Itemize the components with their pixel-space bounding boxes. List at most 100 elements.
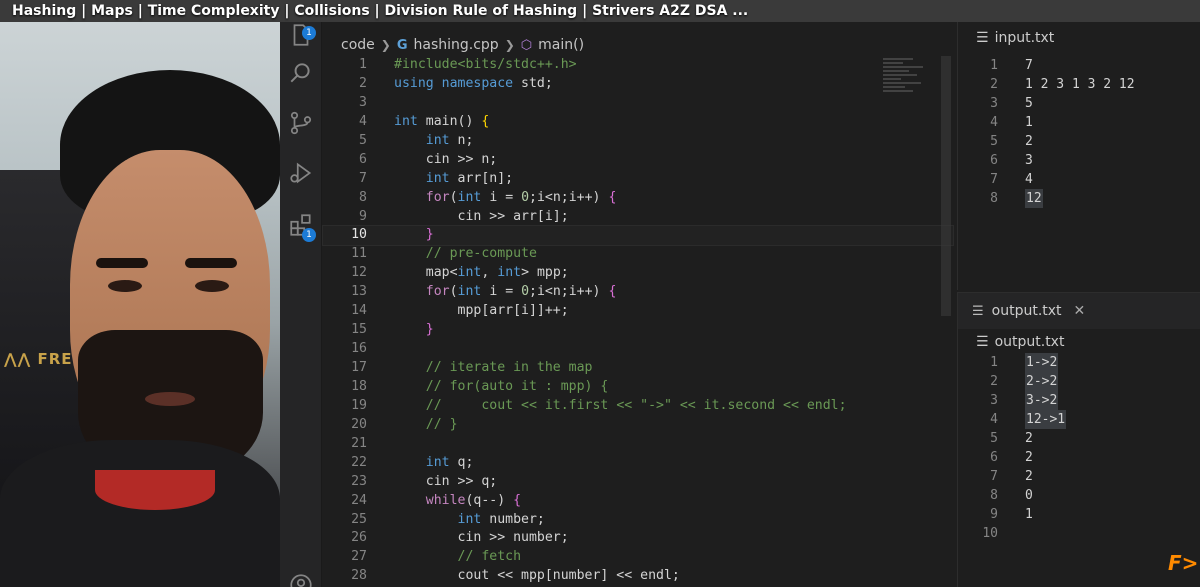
code-line[interactable]: 16 bbox=[323, 340, 953, 359]
code-text[interactable]: cin >> arr[i]; bbox=[394, 208, 569, 227]
output-tab[interactable]: ☰ output.txt ✕ bbox=[958, 293, 1200, 329]
line-value[interactable]: 5 bbox=[1025, 94, 1033, 113]
code-text[interactable]: // for(auto it : mpp) { bbox=[394, 378, 609, 397]
text-line[interactable]: 2 2->2 bbox=[958, 372, 1200, 391]
code-text[interactable]: // fetch bbox=[394, 548, 522, 567]
line-value[interactable]: 1->2 bbox=[1025, 353, 1059, 372]
text-line[interactable]: 72 bbox=[958, 467, 1200, 486]
code-text[interactable]: } bbox=[394, 321, 434, 340]
input-tab-label[interactable]: input.txt bbox=[995, 30, 1055, 46]
code-text[interactable]: int main() { bbox=[394, 113, 489, 132]
line-value[interactable]: 12->1 bbox=[1025, 410, 1067, 429]
input-pane[interactable]: ☰ input.txt 1721 2 3 1 3 2 12 3 5 4 1 5 2 6 3 7 4 8… bbox=[957, 20, 1200, 290]
code-text[interactable]: // cout << it.first << "->" << it.second… bbox=[394, 397, 847, 416]
code-text[interactable]: // iterate in the map bbox=[394, 359, 593, 378]
code-text[interactable]: while(q--) { bbox=[394, 492, 521, 511]
line-value[interactable]: 1 bbox=[1025, 505, 1033, 524]
code-text[interactable]: // pre-compute bbox=[394, 245, 537, 264]
code-line[interactable]: 9 cin >> arr[i]; bbox=[323, 208, 953, 227]
line-value[interactable]: 0 bbox=[1025, 486, 1033, 505]
code-line[interactable]: 20 // } bbox=[323, 416, 953, 435]
minimap[interactable] bbox=[883, 56, 933, 116]
code-line[interactable]: 3 bbox=[323, 94, 953, 113]
code-text[interactable]: for(int i = 0;i<n;i++) { bbox=[394, 283, 617, 302]
code-line[interactable]: 26 cin >> number; bbox=[323, 529, 953, 548]
line-value[interactable]: 12 bbox=[1025, 189, 1043, 208]
code-line[interactable]: 6 cin >> n; bbox=[323, 151, 953, 170]
line-value[interactable]: 1 bbox=[1025, 113, 1033, 132]
code-line[interactable]: 23 cin >> q; bbox=[323, 473, 953, 492]
text-line[interactable]: 35 bbox=[958, 94, 1200, 113]
line-value[interactable]: 1 2 3 1 3 2 12 bbox=[1025, 75, 1135, 94]
code-line[interactable]: 10 } bbox=[322, 225, 954, 247]
breadcrumb-file[interactable]: hashing.cpp bbox=[414, 37, 499, 53]
code-line[interactable]: 19 // cout << it.first << "->" << it.sec… bbox=[323, 397, 953, 416]
code-text[interactable]: for(int i = 0;i<n;i++) { bbox=[394, 189, 617, 208]
line-value[interactable]: 2->2 bbox=[1025, 372, 1059, 391]
code-text[interactable]: int number; bbox=[394, 511, 545, 530]
code-line[interactable]: 7 int arr[n]; bbox=[323, 170, 953, 189]
run-debug-icon[interactable] bbox=[288, 160, 314, 186]
code-text[interactable]: cin >> q; bbox=[394, 473, 497, 492]
code-line[interactable]: 14 mpp[arr[i]]++; bbox=[323, 302, 953, 321]
editor-scrollbar[interactable] bbox=[941, 56, 951, 316]
code-text[interactable]: int q; bbox=[394, 454, 474, 473]
code-line[interactable]: 15 } bbox=[323, 321, 953, 340]
input-lines[interactable]: 1721 2 3 1 3 2 12 3 5 4 1 5 2 6 3 7 4 8 12 bbox=[958, 56, 1200, 208]
code-text[interactable]: int arr[n]; bbox=[394, 170, 513, 189]
code-lines[interactable]: 1 #include<bits/stdc++.h> 2 using namespace… bbox=[322, 56, 954, 586]
text-line[interactable]: 63 bbox=[958, 151, 1200, 170]
breadcrumb-folder[interactable]: code bbox=[341, 37, 375, 53]
code-line[interactable]: 25 int number; bbox=[323, 511, 953, 530]
code-text[interactable]: using namespace std; bbox=[394, 75, 553, 94]
code-line[interactable]: 17 // iterate in the map bbox=[323, 359, 953, 378]
line-value[interactable]: 2 bbox=[1025, 467, 1033, 486]
account-icon[interactable] bbox=[288, 572, 314, 587]
code-line[interactable]: 24 while(q--) { bbox=[323, 492, 953, 511]
line-value[interactable]: 2 bbox=[1025, 132, 1033, 151]
line-value[interactable]: 3->2 bbox=[1025, 391, 1059, 410]
text-line[interactable]: 52 bbox=[958, 132, 1200, 151]
code-text[interactable]: cin >> number; bbox=[394, 529, 569, 548]
line-value[interactable]: 2 bbox=[1025, 448, 1033, 467]
code-line[interactable]: 18 // for(auto it : mpp) { bbox=[323, 378, 953, 397]
text-line[interactable]: 3 3->2 bbox=[958, 391, 1200, 410]
code-line[interactable]: 2 using namespace std; bbox=[323, 75, 953, 94]
text-line[interactable]: 17 bbox=[958, 56, 1200, 75]
code-line[interactable]: 11 // pre-compute bbox=[323, 245, 953, 264]
text-line[interactable]: 52 bbox=[958, 429, 1200, 448]
text-line[interactable]: 41 bbox=[958, 113, 1200, 132]
output-lines[interactable]: 1 1->2 2 2->2 3 3->2 4 12->1 5 2 6 2 7 2 8 0 9 1 10 bbox=[958, 353, 1200, 543]
code-line[interactable]: 13 for(int i = 0;i<n;i++) { bbox=[323, 283, 953, 302]
line-value[interactable]: 7 bbox=[1025, 56, 1033, 75]
code-line[interactable]: 22 int q; bbox=[323, 454, 953, 473]
code-text[interactable]: map<int, int> mpp; bbox=[394, 264, 569, 283]
code-line[interactable]: 27 // fetch bbox=[323, 548, 953, 567]
text-line[interactable]: 91 bbox=[958, 505, 1200, 524]
code-text[interactable]: } bbox=[394, 226, 434, 245]
code-text[interactable]: // } bbox=[394, 416, 458, 435]
text-line[interactable]: 4 12->1 bbox=[958, 410, 1200, 429]
search-icon[interactable] bbox=[288, 60, 314, 86]
code-line[interactable]: 4 int main() { bbox=[323, 113, 953, 132]
text-line[interactable]: 74 bbox=[958, 170, 1200, 189]
code-line[interactable]: 21 bbox=[323, 435, 953, 454]
code-line[interactable]: 8 for(int i = 0;i<n;i++) { bbox=[323, 189, 953, 208]
code-text[interactable]: cout << mpp[number] << endl; bbox=[394, 567, 680, 586]
text-line[interactable]: 10 bbox=[958, 524, 1200, 543]
line-value[interactable]: 3 bbox=[1025, 151, 1033, 170]
text-line[interactable]: 62 bbox=[958, 448, 1200, 467]
text-line[interactable]: 1 1->2 bbox=[958, 353, 1200, 372]
output-tab-label[interactable]: output.txt bbox=[992, 303, 1062, 319]
text-line[interactable]: 80 bbox=[958, 486, 1200, 505]
text-line[interactable]: 2 1 2 3 1 3 2 12 bbox=[958, 75, 1200, 94]
code-editor[interactable]: code ❯ G hashing.cpp ❯ ⬡ main() 1 #includ… bbox=[322, 20, 954, 587]
code-text[interactable]: cin >> n; bbox=[394, 151, 497, 170]
close-icon[interactable]: ✕ bbox=[1074, 303, 1086, 319]
text-line[interactable]: 8 12 bbox=[958, 189, 1200, 208]
breadcrumb-symbol[interactable]: main() bbox=[538, 37, 584, 53]
code-text[interactable]: mpp[arr[i]]++; bbox=[394, 302, 569, 321]
code-line[interactable]: 1 #include<bits/stdc++.h> bbox=[323, 56, 953, 75]
code-line[interactable]: 28 cout << mpp[number] << endl; bbox=[323, 567, 953, 586]
line-value[interactable]: 4 bbox=[1025, 170, 1033, 189]
